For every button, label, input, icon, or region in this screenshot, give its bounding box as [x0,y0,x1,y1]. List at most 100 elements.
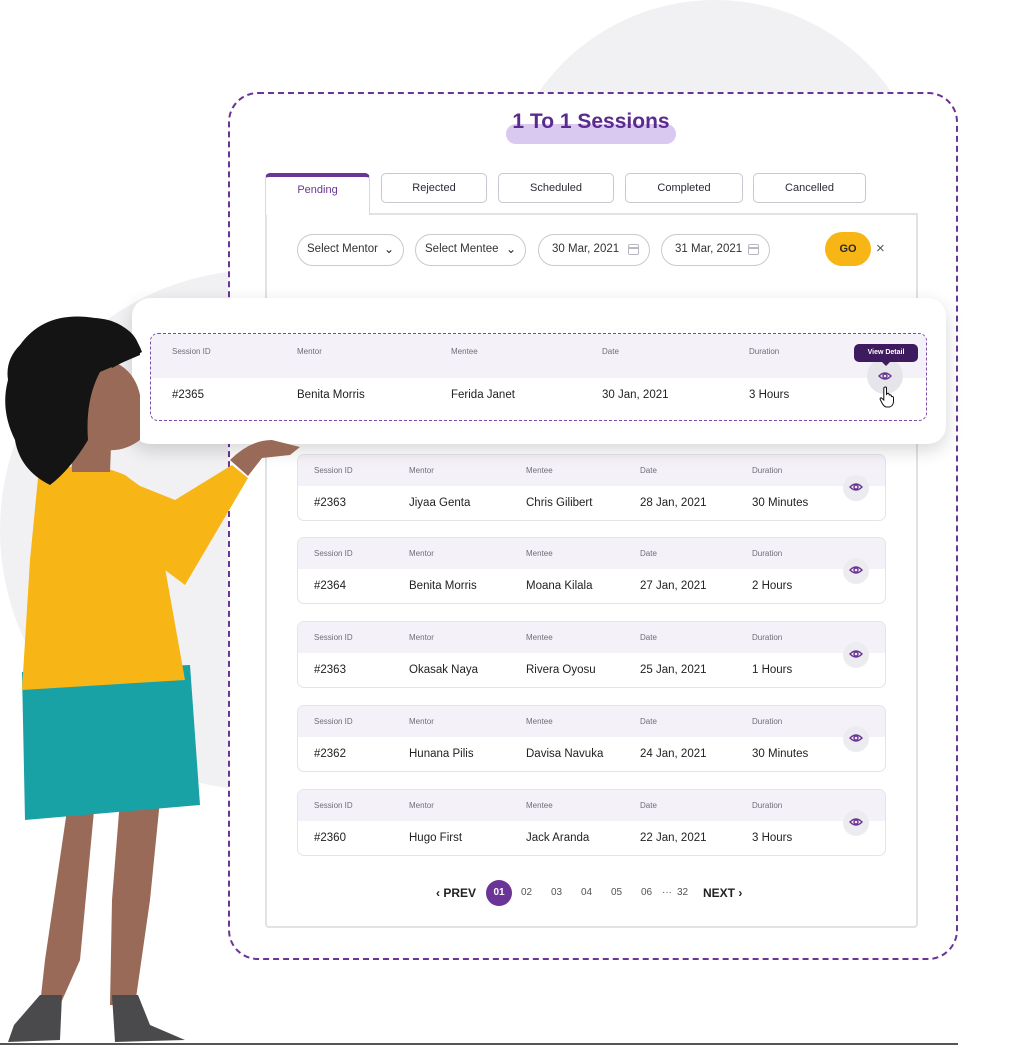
mentor-select-label: Select Mentor [307,243,378,255]
session-id: #2363 [314,497,346,509]
col-duration: Duration [752,717,783,726]
tab-rejected[interactable]: Rejected [381,173,487,203]
eye-icon [849,483,863,491]
calendar-icon [748,244,759,255]
session-row[interactable]: Session ID #2364 Mentor Benita Morris Mentee… [297,537,886,604]
session-row-header [298,455,885,486]
view-session-button[interactable] [843,810,869,836]
title-area: 1 To 1 Sessions [506,108,676,146]
session-duration: 3 Hours [749,389,790,401]
session-row[interactable]: Session ID #2362 Mentor Hunana Pilis Mentee D… [297,705,886,772]
col-mentee: Mentee [526,801,553,810]
session-date: 28 Jan, 2021 [640,497,707,509]
chevron-down-icon: ⌄ [383,242,394,256]
tab-cancelled[interactable]: Cancelled [753,173,866,203]
session-row-header [298,622,885,653]
col-duration: Duration [752,801,783,810]
end-date-field[interactable]: 31 Mar, 2021 [661,234,770,266]
tab-scheduled[interactable]: Scheduled [498,173,614,203]
session-id: #2360 [314,832,346,844]
hand-cursor-icon [879,386,894,408]
col-date: Date [640,801,657,810]
view-detail-tooltip[interactable]: View Detail [854,344,918,366]
col-session-id: Session ID [314,801,353,810]
next-page-button[interactable]: NEXT › [703,880,742,906]
woman-illustration [5,316,300,1042]
session-mentee: Chris Gilibert [526,497,593,509]
session-duration: 30 Minutes [752,497,809,509]
page-06[interactable]: 06 [641,880,652,906]
clear-filters-icon[interactable]: × [876,240,885,257]
page-32[interactable]: 32 [677,880,688,906]
tab-pending[interactable]: Pending [265,173,370,215]
start-date-value: 30 Mar, 2021 [552,243,620,255]
go-button[interactable]: GO [825,232,871,266]
view-session-button[interactable] [843,475,869,501]
session-mentee: Moana Kilala [526,580,593,592]
session-duration: 30 Minutes [752,748,809,760]
col-session-id: Session ID [314,549,353,558]
session-date: 24 Jan, 2021 [640,748,707,760]
col-mentor: Mentor [409,466,434,475]
tab-completed[interactable]: Completed [625,173,743,203]
session-row[interactable]: Session ID #2363 Mentor Okasak Naya Mentee Ri… [297,621,886,688]
session-row-header [298,790,885,821]
session-row[interactable]: Session ID #2363 Mentor Jiyaa Genta Mentee Ch… [297,454,886,521]
eye-icon [878,372,892,380]
col-duration: Duration [752,549,783,558]
mentee-select[interactable]: Select Mentee ⌄ [415,234,526,266]
mentee-select-label: Select Mentee [425,243,499,255]
view-session-button[interactable] [843,642,869,668]
col-mentor: Mentor [409,633,434,642]
view-session-button[interactable] [843,726,869,752]
eye-icon [849,650,863,658]
start-date-field[interactable]: 30 Mar, 2021 [538,234,650,266]
col-session-id: Session ID [314,633,353,642]
session-mentor: Benita Morris [409,580,477,592]
session-duration: 3 Hours [752,832,793,844]
col-duration: Duration [752,633,783,642]
col-mentor: Mentor [409,717,434,726]
col-session-id: Session ID [314,466,353,475]
session-mentee: Rivera Oyosu [526,664,596,676]
col-mentee: Mentee [526,633,553,642]
prev-page-button[interactable]: ‹ PREV [436,880,476,906]
session-row-header [298,538,885,569]
session-mentee: Davisa Navuka [526,748,604,760]
mentor-select[interactable]: Select Mentor ⌄ [297,234,404,266]
session-date: 22 Jan, 2021 [640,832,707,844]
col-mentee: Mentee [526,466,553,475]
col-session-id: Session ID [314,717,353,726]
end-date-value: 31 Mar, 2021 [675,243,743,255]
page-02[interactable]: 02 [521,880,532,906]
chevron-down-icon: ⌄ [505,242,516,256]
session-mentor: Hugo First [409,832,463,844]
col-date: Date [640,549,657,558]
col-mentor: Mentor [409,549,434,558]
col-duration: Duration [752,466,783,475]
view-session-button[interactable] [843,558,869,584]
session-duration: 2 Hours [752,580,793,592]
session-date: 25 Jan, 2021 [640,664,707,676]
page-05[interactable]: 05 [611,880,622,906]
page-03[interactable]: 03 [551,880,562,906]
session-mentor: Hunana Pilis [409,748,474,760]
col-date: Date [602,347,619,356]
session-row[interactable]: Session ID #2360 Mentor Hugo First Mentee Jac… [297,789,886,856]
page-01[interactable]: 01 [486,880,512,906]
calendar-icon [628,244,639,255]
pagination-ellipsis: ··· [662,887,672,898]
col-date: Date [640,717,657,726]
session-id: #2364 [314,580,346,592]
session-mentor: Okasak Naya [409,664,479,676]
page-04[interactable]: 04 [581,880,592,906]
session-row-header [298,706,885,737]
session-mentor: Jiyaa Genta [409,497,471,509]
session-duration: 1 Hours [752,664,793,676]
session-id: #2362 [314,748,346,760]
col-mentee: Mentee [526,717,553,726]
eye-icon [849,566,863,574]
eye-icon [849,734,863,742]
eye-icon [849,818,863,826]
session-mentee: Ferida Janet [451,389,515,401]
